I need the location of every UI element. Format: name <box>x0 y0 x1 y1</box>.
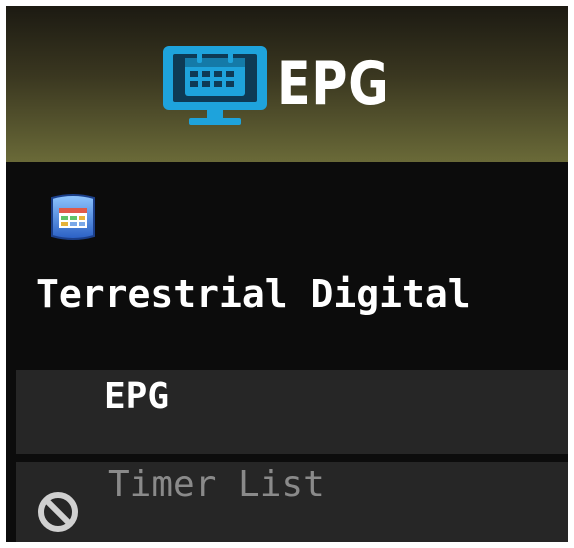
header-bar: EPG <box>6 6 568 162</box>
page-title: EPG <box>277 49 390 119</box>
disabled-icon <box>38 492 78 532</box>
menu-item-epg[interactable]: EPG <box>16 370 568 454</box>
header-content: EPG <box>6 6 568 162</box>
menu-item-timer-list[interactable]: Timer List <box>16 462 568 542</box>
menu-item-label: Timer List <box>108 464 325 505</box>
epg-panel: EPG Terrestrial Digital EPG Timer List <box>6 6 568 542</box>
epg-monitor-icon <box>163 46 268 125</box>
menu-item-label: EPG <box>104 376 170 417</box>
source-label: Terrestrial Digital <box>36 272 471 316</box>
tv-guide-icon <box>51 194 95 240</box>
